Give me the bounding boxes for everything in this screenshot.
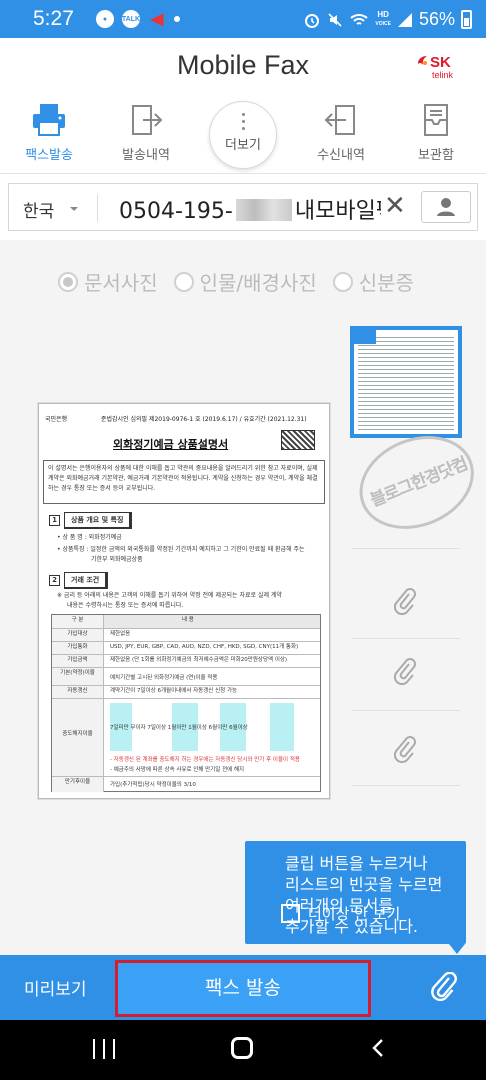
inbox-icon (324, 105, 355, 135)
blog-watermark-stamp: 블로그한경닷컴 (345, 419, 486, 547)
radio-checked-icon (58, 271, 78, 292)
doc-section-1: 1 상품 개요 및 특징 (49, 512, 133, 529)
system-icons: HD VOICE 56% (303, 9, 472, 30)
bottom-action-bar: 미리보기 팩스 발송 (0, 955, 486, 1020)
messages-icon: ● (96, 10, 114, 28)
storage-icon (424, 104, 448, 136)
hd-voice-icon: HD VOICE (375, 10, 391, 28)
battery-percent: 56% (418, 9, 455, 29)
contacts-button[interactable] (421, 191, 471, 223)
doc-line: 내용은 수령하시는 통장 또는 증서에 따릅니다. (67, 602, 184, 609)
printer-icon (33, 104, 65, 136)
doc-intro-box: 이 설명서는 은행이용자의 상품에 대한 이해를 돕고 약관의 중요내용을 알려… (43, 460, 325, 504)
slot-divider (352, 548, 460, 549)
logo-sk-text: SK (430, 54, 451, 71)
qr-code-image (281, 430, 315, 450)
doc-title: 외화정기예금 상품설명서 (113, 438, 229, 451)
document-preview[interactable]: 국민은행 준법감시인 심의필 제2019-0976-1 호 (2019.6.17… (38, 403, 330, 799)
table-row: 기본(약정)이율 예치기간별 고시된 외화정기예금 (연)이율 적용 (52, 668, 320, 686)
divider (97, 194, 98, 222)
radio-id-card[interactable]: 신분증 (332, 267, 414, 296)
notification-icons: ● TALK ◀ (96, 10, 180, 28)
system-navigation-bar (0, 1020, 486, 1080)
recents-icon[interactable] (93, 1039, 115, 1059)
doc-section-2: 2 거래 조건 (49, 572, 109, 589)
tab-storage[interactable]: 보관함 (396, 102, 476, 168)
home-icon[interactable] (231, 1037, 253, 1059)
doc-type-radio-group: 문서사진 인물/배경사진 신분증 (58, 267, 414, 296)
tab-label: 발송내역 (122, 148, 170, 163)
alarm-icon (305, 13, 320, 28)
logo-telink-text: telink (432, 70, 454, 80)
tooltip-message: 클립 버튼을 누르거나 리스트의 빈곳을 누르면 여러개의 문서를 추가할 수 … (285, 854, 443, 936)
tooltip-arrow (449, 944, 465, 954)
redacted-digits (235, 199, 292, 221)
country-select[interactable]: 한국 (23, 197, 54, 222)
tab-fax-send[interactable]: 팩스발송 (9, 102, 89, 168)
tab-label: 팩스발송 (25, 148, 73, 163)
sk-telink-logo: SK telink (416, 52, 468, 80)
more-icon (241, 113, 245, 130)
tab-label: 보관함 (418, 148, 454, 163)
talk-icon: TALK (122, 10, 140, 28)
tab-label: 더보기 (225, 138, 261, 153)
radio-person-photo[interactable]: 인물/배경사진 (173, 267, 317, 296)
megaphone-icon: ◀ (150, 11, 164, 28)
slot-divider (352, 710, 460, 711)
dont-show-again-checkbox[interactable]: 더이상 안 보기 (281, 903, 400, 924)
tab-sent-history[interactable]: 발송내역 (106, 102, 186, 168)
table-row: 가입금액 제한없음 (단 1회를 외화정기예금의 최저예수금액은 미화20만원상당… (52, 655, 320, 668)
tab-received-history[interactable]: 수신내역 (301, 102, 381, 168)
back-icon[interactable] (370, 1038, 386, 1058)
table-row: 가입대상 제한없음 (52, 629, 320, 642)
table-row: 가입통화 USD, JPY, EUR, GBP, CAD, AUD, NZD, C… (52, 642, 320, 655)
paperclip-icon[interactable] (394, 658, 416, 686)
radio-unchecked-icon (332, 271, 353, 292)
document-thumbnail-selected[interactable] (350, 326, 462, 438)
recipient-row: 한국 0504-195-내모바일팩스 ✕ (8, 183, 478, 231)
outbox-icon (132, 105, 163, 135)
send-fax-button[interactable]: 팩스 발송 (115, 960, 371, 1017)
radio-unchecked-icon (173, 271, 194, 292)
doc-line: • 상품특징 : 일정한 금액의 외국통화를 약정된 기간까지 예치하고 그 기… (57, 546, 305, 553)
status-bar: 5:27 ● TALK ◀ HD VOICE 56% (0, 0, 486, 38)
table-row: 구 분내 용 (52, 615, 320, 629)
checkbox-icon (281, 904, 300, 923)
slot-divider (352, 785, 460, 786)
doc-line: • 상 품 명 : 외화정기예금 (57, 534, 122, 541)
table-row: 만기후이율 가입(추가적립)당시 약정이율의 3/10 (52, 777, 320, 792)
table-row: 자동갱신 계약기간이 7일이상 6개월이내에서 자동갱신 신청 가능 (52, 686, 320, 699)
tab-label: 수신내역 (317, 148, 365, 163)
app-header: Mobile Fax SK telink (0, 38, 486, 96)
add-document-tooltip: 클립 버튼을 누르거나 리스트의 빈곳을 누르면 여러개의 문서를 추가할 수 … (245, 841, 466, 944)
paperclip-icon[interactable] (394, 588, 416, 616)
signal-icon (397, 12, 412, 27)
slot-divider (352, 638, 460, 639)
tab-more[interactable]: 더보기 (209, 101, 277, 169)
table-row: 중도해지이율 7일미만 무이자 7일이상 1월이만 1월이상 6월이만 6월이상… (52, 699, 320, 777)
more-notifications-icon (174, 16, 180, 22)
paperclip-icon[interactable] (430, 972, 458, 1002)
doc-terms-table: 구 분내 용 가입대상 제한없음 가입통화 USD, JPY, EUR, GBP, … (51, 614, 321, 792)
fax-number-input[interactable]: 0504-195-내모바일팩스 (119, 193, 381, 223)
doc-line: 기한부 외화예금상품 (91, 556, 143, 563)
paperclip-icon[interactable] (394, 736, 416, 764)
wifi-icon (350, 13, 369, 25)
person-icon (437, 198, 455, 216)
clear-icon[interactable]: ✕ (384, 191, 406, 221)
battery-icon (461, 10, 472, 29)
status-time: 5:27 (33, 7, 74, 30)
preview-button[interactable]: 미리보기 (24, 975, 87, 1000)
app-title: Mobile Fax (176, 50, 310, 80)
mute-icon (328, 12, 342, 27)
radio-document-photo[interactable]: 문서사진 (58, 267, 158, 296)
sk-logo-mark-icon (418, 56, 427, 65)
chevron-down-icon[interactable] (70, 207, 78, 211)
doc-line: ※ 금리 등 아래의 내용은 고객의 이해를 돕기 위하여 약정 전에 제공되는… (57, 592, 282, 599)
